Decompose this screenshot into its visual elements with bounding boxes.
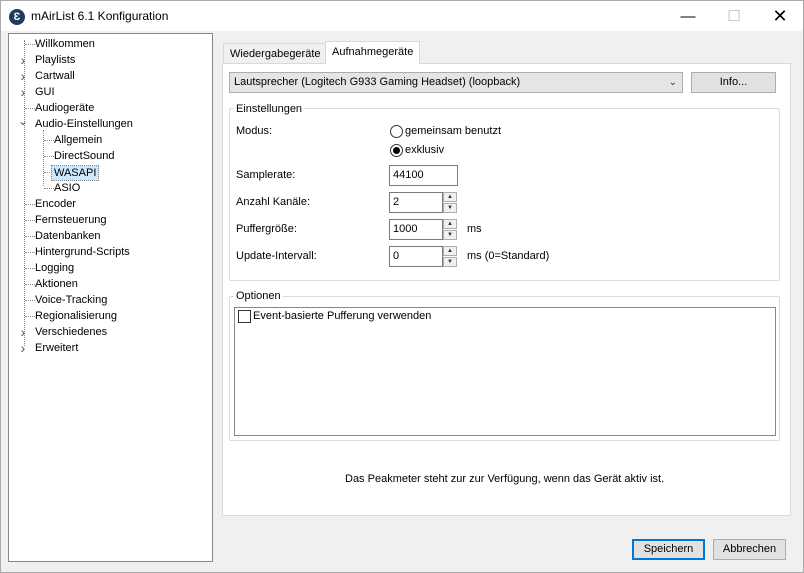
- chevron-right-icon[interactable]: ›: [18, 324, 28, 340]
- samplerate-field[interactable]: 44100: [389, 165, 458, 186]
- update-field[interactable]: 0: [389, 246, 443, 267]
- app-logo-icon: Ɛ: [9, 9, 25, 25]
- puffer-stepper[interactable]: ▲ ▼: [443, 219, 457, 240]
- save-button[interactable]: Speichern: [632, 539, 705, 560]
- spin-down-icon[interactable]: ▼: [443, 230, 457, 240]
- tree-item-label: Willkommen: [35, 38, 95, 50]
- close-button[interactable]: ✕: [757, 1, 803, 31]
- info-button[interactable]: Info...: [691, 72, 776, 93]
- peakmeter-status-text: Das Peakmeter steht zur zur Verfügung, w…: [345, 473, 665, 485]
- chevron-down-icon[interactable]: ⌄: [18, 113, 28, 129]
- event-pufferung-label[interactable]: Event-basierte Pufferung verwenden: [253, 309, 431, 323]
- tree-item-label: Fernsteuerung: [35, 214, 107, 226]
- tree-item-label: Regionalisierung: [35, 310, 117, 322]
- tree-item-label: Erweitert: [35, 342, 79, 354]
- tree-item-label: GUI: [35, 86, 55, 98]
- tree-guide-line: [43, 130, 44, 186]
- title-bar: Ɛ mAirList 6.1 Konfiguration — ☐ ✕: [1, 1, 803, 31]
- puffer-field[interactable]: 1000: [389, 219, 443, 240]
- config-window: Ɛ mAirList 6.1 Konfiguration — ☐ ✕ Willk…: [0, 0, 804, 573]
- radio-exklusiv[interactable]: [390, 144, 403, 157]
- spin-up-icon[interactable]: ▲: [443, 219, 457, 229]
- tree-item-label: Audiogeräte: [35, 102, 95, 114]
- settings-tree[interactable]: Willkommen › Playlists › Cartwall › GUI …: [8, 33, 213, 562]
- radio-exklusiv-label[interactable]: exklusiv: [405, 143, 444, 157]
- modus-label: Modus:: [236, 125, 273, 137]
- device-select[interactable]: Lautsprecher (Logitech G933 Gaming Heads…: [229, 72, 683, 93]
- tree-item-label: Datenbanken: [35, 230, 101, 242]
- puffer-label: Puffergröße:: [236, 223, 297, 235]
- tree-item-label: DirectSound: [54, 150, 115, 162]
- radio-gemeinsam-label[interactable]: gemeinsam benutzt: [405, 124, 501, 138]
- event-pufferung-checkbox[interactable]: [238, 310, 251, 323]
- tab-wiedergabegeraete[interactable]: Wiedergabegeräte: [223, 43, 328, 64]
- kanaele-stepper[interactable]: ▲ ▼: [443, 192, 457, 213]
- spin-down-icon[interactable]: ▼: [443, 203, 457, 213]
- settings-group-title: Einstellungen: [234, 103, 305, 115]
- spin-up-icon[interactable]: ▲: [443, 192, 457, 202]
- tree-item-label: Verschiedenes: [35, 326, 108, 338]
- window-title: mAirList 6.1 Konfiguration: [31, 9, 169, 23]
- tab-aufnahmegeraete[interactable]: Aufnahmegeräte: [325, 41, 421, 64]
- chevron-down-icon: ⌄: [668, 77, 677, 88]
- chevron-right-icon[interactable]: ›: [18, 52, 28, 68]
- tree-item-label: Cartwall: [35, 70, 75, 82]
- tree-item-label: Allgemein: [54, 134, 103, 146]
- puffer-unit: ms: [467, 223, 482, 235]
- chevron-right-icon[interactable]: ›: [18, 68, 28, 84]
- options-list[interactable]: [234, 307, 776, 436]
- chevron-right-icon[interactable]: ›: [18, 84, 28, 100]
- options-group-title: Optionen: [234, 290, 283, 302]
- minimize-button[interactable]: —: [665, 1, 711, 31]
- update-label: Update-Intervall:: [236, 250, 317, 262]
- samplerate-label: Samplerate:: [236, 169, 296, 181]
- spin-down-icon[interactable]: ▼: [443, 257, 457, 267]
- tree-item-label: Audio-Einstellungen: [35, 118, 133, 130]
- update-stepper[interactable]: ▲ ▼: [443, 246, 457, 267]
- spin-up-icon[interactable]: ▲: [443, 246, 457, 256]
- tree-item-label: WASAPI: [51, 165, 100, 181]
- kanaele-field[interactable]: 2: [389, 192, 443, 213]
- tree-item-label: ASIO: [54, 182, 81, 194]
- tree-item-label: Hintergrund-Scripts: [35, 246, 130, 258]
- tree-item-label: Playlists: [35, 54, 76, 66]
- tree-item-label: Voice-Tracking: [35, 294, 108, 306]
- tree-item-label: Encoder: [35, 198, 76, 210]
- chevron-right-icon[interactable]: ›: [18, 340, 28, 356]
- update-unit: ms (0=Standard): [467, 250, 550, 262]
- cancel-button[interactable]: Abbrechen: [713, 539, 786, 560]
- maximize-button[interactable]: ☐: [711, 1, 757, 31]
- radio-gemeinsam[interactable]: [390, 125, 403, 138]
- device-select-value: Lautsprecher (Logitech G933 Gaming Heads…: [234, 76, 521, 88]
- tree-item-label: Logging: [35, 262, 75, 274]
- kanaele-label: Anzahl Kanäle:: [236, 196, 310, 208]
- tree-item-label: Aktionen: [35, 278, 78, 290]
